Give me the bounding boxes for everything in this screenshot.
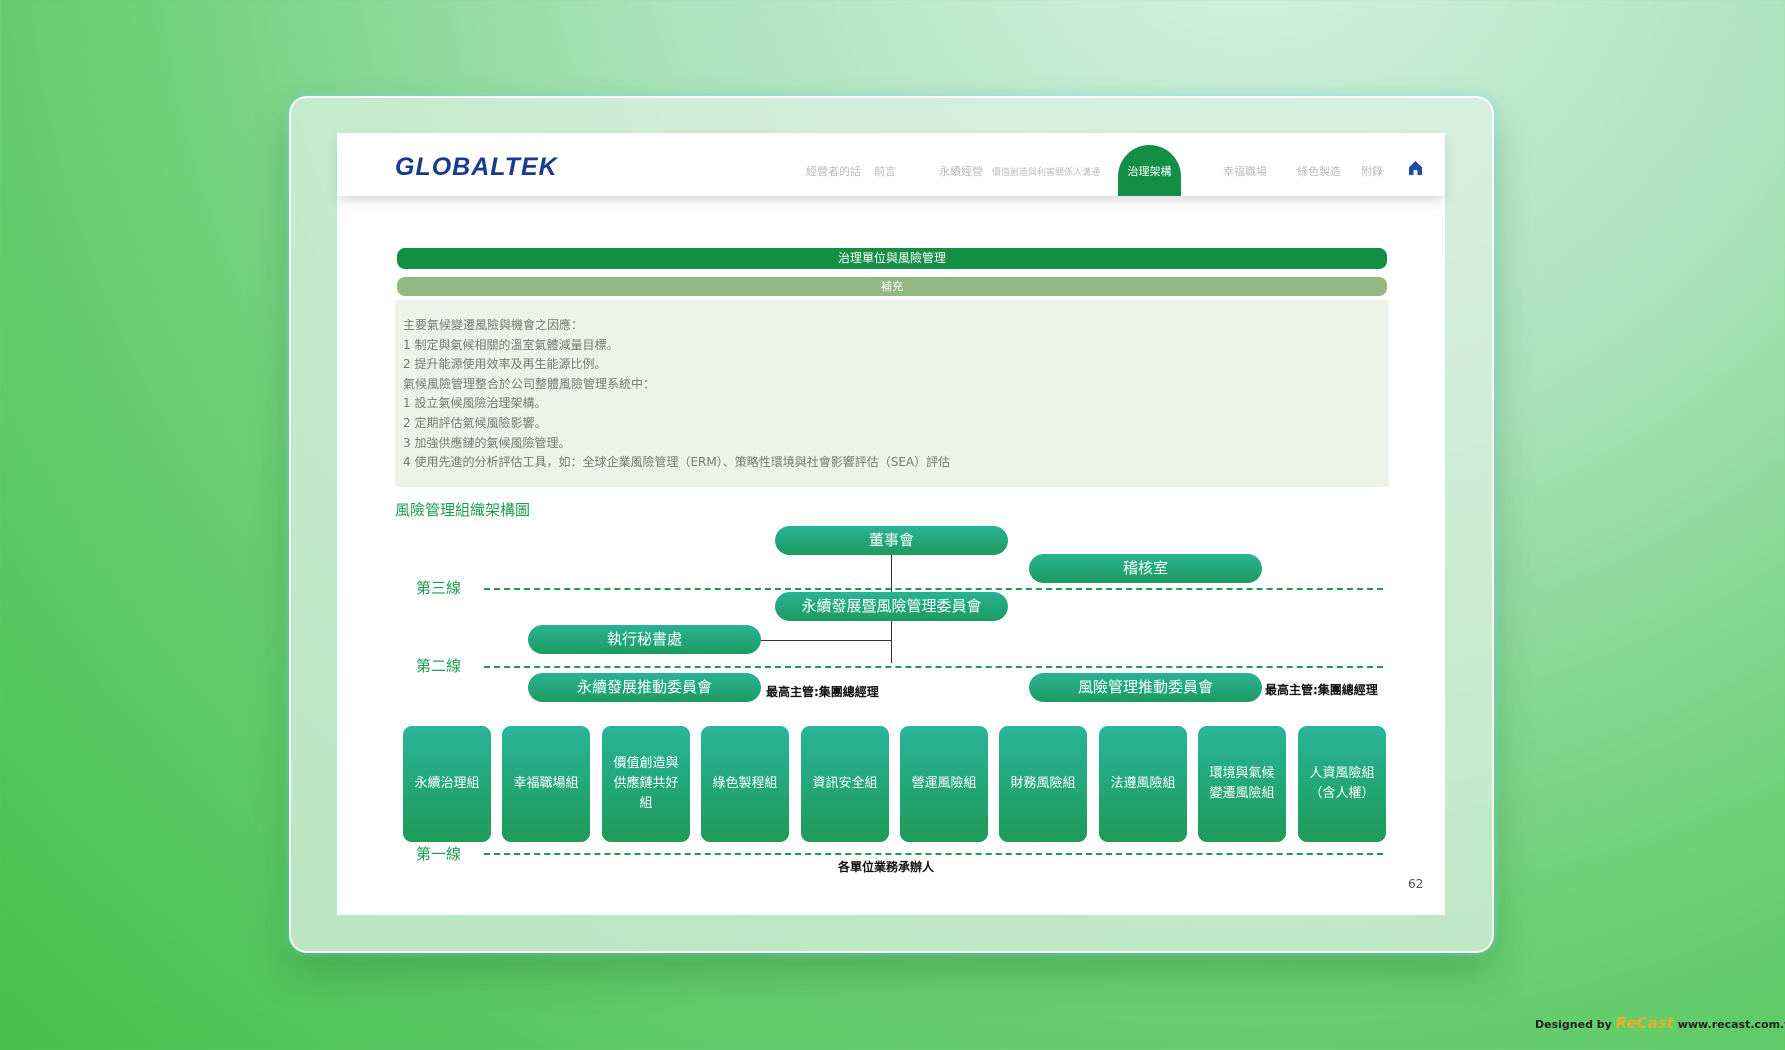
group-box: 法遵風險組 xyxy=(1099,726,1187,842)
group-box: 營運風險組 xyxy=(900,726,988,842)
line-one-divider xyxy=(484,853,1383,855)
group-box: 永續治理組 xyxy=(403,726,491,842)
top-nav: GLOBALTEK 經營者的話 前言 永續經營 價值創造與利害關係人溝通 治理架… xyxy=(337,133,1445,196)
nav-item[interactable]: 附錄 xyxy=(1361,163,1383,179)
nav-item[interactable]: 經營者的話 xyxy=(806,163,861,179)
home-icon[interactable] xyxy=(1409,161,1422,175)
group-box: 人資風險組（含人權） xyxy=(1298,726,1386,842)
nav-item[interactable]: 綠色製造 xyxy=(1297,163,1341,179)
connector-horizontal xyxy=(761,640,892,641)
board-node: 董事會 xyxy=(775,526,1008,555)
nav-item-active[interactable]: 治理架構 xyxy=(1118,145,1181,196)
secretariat-node: 執行秘書處 xyxy=(528,625,761,654)
text-line: 4 使用先進的分析評估工具，如：全球企業風險管理（ERM）、策略性環境與社會影響… xyxy=(403,455,951,470)
nav-item[interactable]: 前言 xyxy=(874,163,896,179)
text-line: 氣候風險管理整合於公司整體風險管理系統中： xyxy=(403,376,656,391)
risk-committee-node: 風險管理推動委員會 xyxy=(1029,673,1262,702)
credit-prefix: Designed by xyxy=(1535,1018,1612,1031)
credit-url[interactable]: www.recast.com.tw xyxy=(1678,1018,1785,1031)
nav-item[interactable]: 永續經營 xyxy=(939,163,983,179)
line-three-label: 第三線 xyxy=(416,579,462,597)
group-box: 綠色製程組 xyxy=(701,726,789,842)
text-line: 3 加強供應鏈的氣候風險管理。 xyxy=(403,435,571,450)
sd-committee-node: 永續發展推動委員會 xyxy=(528,673,761,702)
head-note-right: 最高主管:集團總經理 xyxy=(1265,683,1378,697)
text-line: 主要氣候變遷風險與機會之因應： xyxy=(403,318,584,332)
group-box: 資訊安全組 xyxy=(801,726,889,842)
text-line: 2 定期評估氣候風險影響。 xyxy=(403,415,547,430)
page-number: 62 xyxy=(1408,877,1424,891)
org-chart-title: 風險管理組織架構圖 xyxy=(395,501,531,519)
line-one-label: 第一線 xyxy=(416,845,462,863)
text-box: 主要氣候變遷風險與機會之因應： 1 制定與氣候相關的溫室氣體減量目標。 2 提升… xyxy=(395,300,1389,487)
line-three-divider xyxy=(484,588,1383,590)
head-note-left: 最高主管:集團總經理 xyxy=(766,685,879,699)
nav-item[interactable]: 價值創造與利害關係人溝通 xyxy=(992,165,1100,178)
audit-node: 稽核室 xyxy=(1029,554,1262,583)
text-line: 1 制定與氣候相關的溫室氣體減量目標。 xyxy=(403,337,619,352)
section-subtitle: 補充 xyxy=(397,277,1387,296)
section-title: 治理單位與風險管理 xyxy=(397,248,1387,269)
line-two-divider xyxy=(484,666,1383,668)
group-box: 幸福職場組 xyxy=(502,726,590,842)
group-box: 價值創造與供應鏈共好組 xyxy=(602,726,690,842)
report-page: GLOBALTEK 經營者的話 前言 永續經營 價值創造與利害關係人溝通 治理架… xyxy=(337,133,1445,915)
nav-item[interactable]: 幸福職場 xyxy=(1223,163,1267,179)
recast-logo: ReCast xyxy=(1615,1014,1674,1032)
line-two-label: 第二線 xyxy=(416,657,462,675)
globaltek-logo: GLOBALTEK xyxy=(395,153,558,181)
text-line: 1 設立氣候風險治理架構。 xyxy=(403,396,547,411)
text-line: 2 提升能源使用效率及再生能源比例。 xyxy=(403,357,607,372)
group-box: 財務風險組 xyxy=(999,726,1087,842)
group-box: 環境與氣候變遷風險組 xyxy=(1198,726,1286,842)
committee-node: 永續發展暨風險管理委員會 xyxy=(775,592,1008,621)
bottom-note: 各單位業務承辦人 xyxy=(838,860,935,874)
designer-credit: Designed by ReCast www.recast.com.tw xyxy=(1535,1014,1785,1032)
